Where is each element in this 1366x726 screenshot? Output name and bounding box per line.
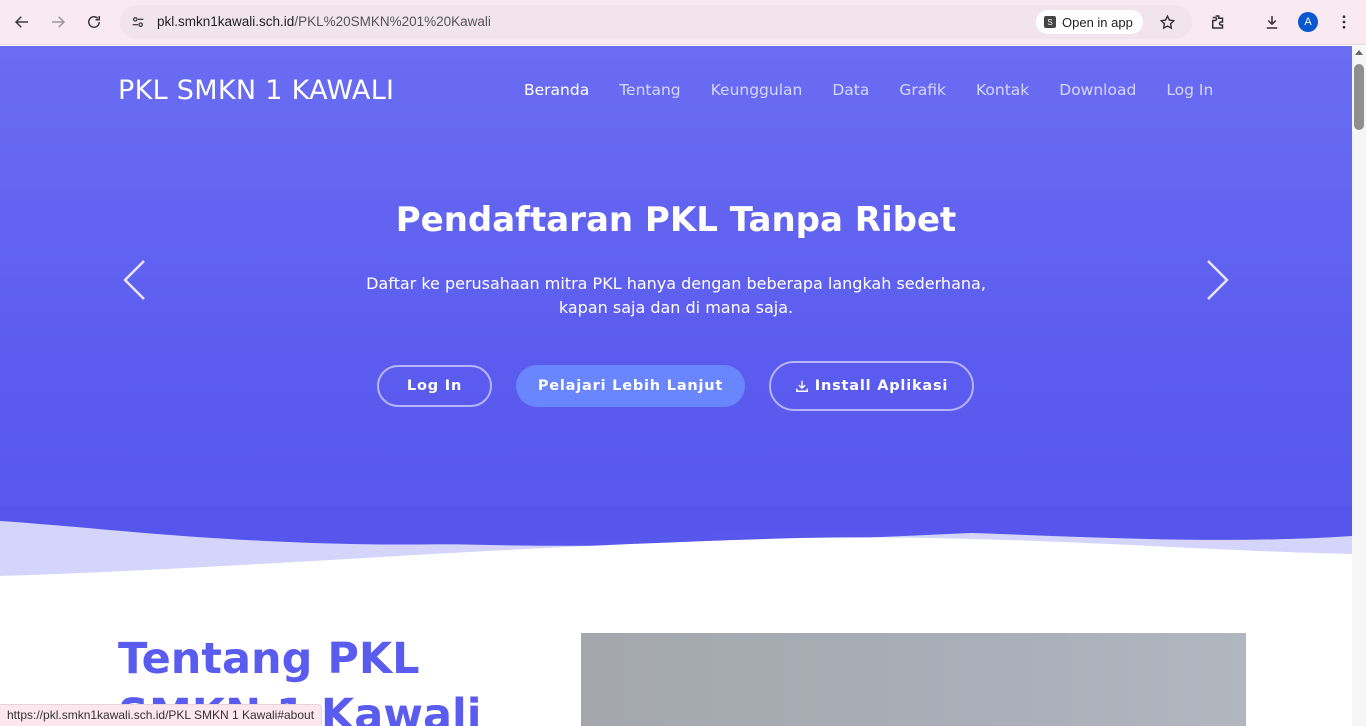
arrow-left-icon	[14, 16, 28, 28]
bookmark-star-icon[interactable]	[1156, 11, 1178, 33]
main-nav: Beranda Tentang Keunggulan Data Grafik K…	[524, 81, 1243, 99]
reload-button[interactable]	[80, 8, 108, 36]
url-host: pkl.smkn1kawali.sch.id	[157, 14, 295, 29]
arrow-right-icon	[52, 16, 66, 28]
profile-avatar[interactable]: A	[1298, 12, 1318, 32]
install-app-button[interactable]: Install Aplikasi	[769, 361, 974, 411]
hero-section: PKL SMKN 1 KAWALI Beranda Tentang Keungg…	[0, 46, 1352, 573]
chevron-left-icon	[123, 260, 145, 300]
url-text: pkl.smkn1kawali.sch.id/PKL%20SMKN%201%20…	[157, 14, 491, 29]
scroll-up-arrow-icon[interactable]	[1355, 50, 1363, 55]
app-icon: S	[1044, 16, 1056, 28]
install-app-button-label: Install Aplikasi	[814, 378, 949, 394]
browser-toolbar: pkl.smkn1kawali.sch.id/PKL%20SMKN%201%20…	[0, 0, 1366, 45]
scrollbar-thumb[interactable]	[1354, 64, 1364, 130]
open-in-app-button[interactable]: S Open in app	[1036, 10, 1143, 34]
nav-item-download[interactable]: Download	[1059, 81, 1136, 99]
nav-item-grafik[interactable]: Grafik	[899, 81, 946, 99]
login-button-label: Log In	[406, 378, 463, 394]
hero-subtitle-line-1: Daftar ke perusahaan mitra PKL hanya den…	[366, 274, 986, 293]
carousel-next-button[interactable]	[1202, 258, 1232, 302]
learn-more-button-label: Pelajari Lebih Lanjut	[537, 378, 724, 394]
hero-wave-divider	[0, 506, 1352, 586]
page-scrollbar[interactable]	[1352, 46, 1366, 726]
forward-button[interactable]	[44, 8, 72, 36]
hero-subtitle: Daftar ke perusahaan mitra PKL hanya den…	[326, 272, 1026, 320]
back-button[interactable]	[8, 8, 36, 36]
hero-subtitle-line-2: kapan saja dan di mana saja.	[558, 298, 794, 317]
web-page: PKL SMKN 1 KAWALI Beranda Tentang Keungg…	[0, 46, 1352, 726]
nav-item-beranda[interactable]: Beranda	[524, 81, 589, 99]
nav-item-data[interactable]: Data	[832, 81, 869, 99]
extensions-icon[interactable]	[1204, 8, 1232, 36]
open-in-app-label: Open in app	[1062, 14, 1133, 30]
reload-icon	[88, 16, 100, 28]
chevron-right-icon	[1207, 260, 1229, 300]
nav-item-keunggulan[interactable]: Keunggulan	[711, 81, 803, 99]
login-button[interactable]: Log In	[377, 365, 492, 407]
hero-title: Pendaftaran PKL Tanpa Ribet	[395, 200, 957, 240]
address-bar[interactable]: pkl.smkn1kawali.sch.id/PKL%20SMKN%201%20…	[120, 5, 1192, 39]
site-settings-icon[interactable]	[128, 12, 148, 32]
about-image	[581, 633, 1246, 726]
download-icon	[795, 380, 808, 392]
nav-item-tentang[interactable]: Tentang	[619, 81, 680, 99]
nav-item-login[interactable]: Log In	[1166, 81, 1213, 99]
downloads-icon[interactable]	[1258, 8, 1286, 36]
carousel-prev-button[interactable]	[120, 258, 150, 302]
menu-kebab-icon[interactable]	[1330, 8, 1358, 36]
nav-item-kontak[interactable]: Kontak	[976, 81, 1029, 99]
site-brand[interactable]: PKL SMKN 1 KAWALI	[118, 75, 394, 106]
link-status-bubble: https://pkl.smkn1kawali.sch.id/PKL SMKN …	[0, 704, 323, 726]
learn-more-button[interactable]: Pelajari Lebih Lanjut	[516, 365, 745, 407]
url-path: /PKL%20SMKN%201%20Kawali	[294, 14, 491, 29]
